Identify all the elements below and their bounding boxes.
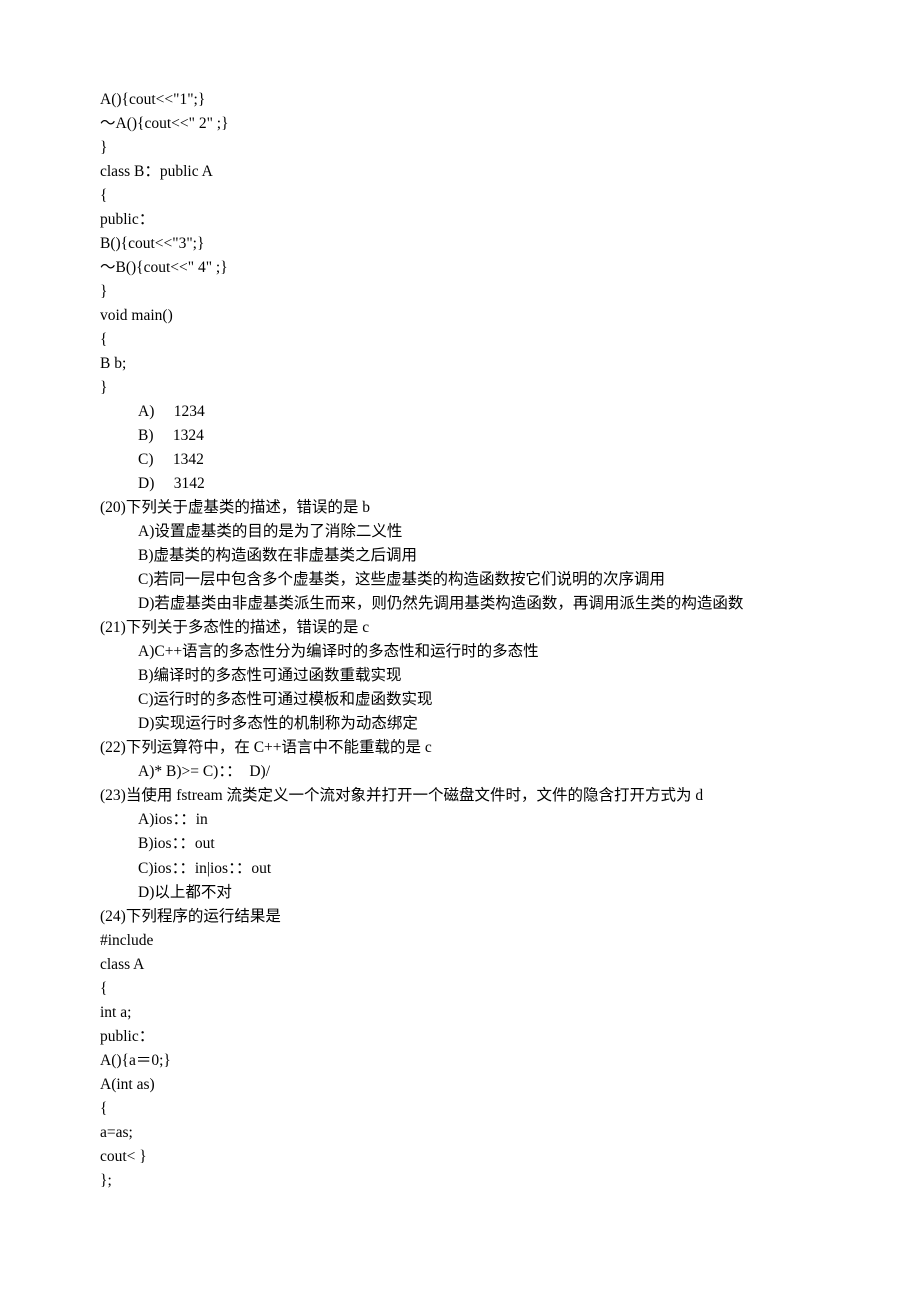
text-line: cout< } bbox=[100, 1145, 820, 1169]
document-page: A(){cout<<"1";}～A(){cout<<" 2" ;}}class … bbox=[0, 0, 920, 1302]
text-line: class B：public A bbox=[100, 160, 820, 184]
text-line: C) 1342 bbox=[100, 448, 820, 472]
text-line: ～B(){cout<<" 4" ;} bbox=[100, 256, 820, 280]
text-line: } bbox=[100, 376, 820, 400]
text-line: C)ios：：in|ios：：out bbox=[100, 857, 820, 881]
text-line: a=as; bbox=[100, 1121, 820, 1145]
text-line: D)以上都不对 bbox=[100, 881, 820, 905]
text-line: B b; bbox=[100, 352, 820, 376]
text-line: D) 3142 bbox=[100, 472, 820, 496]
text-line: B) 1324 bbox=[100, 424, 820, 448]
text-line: } bbox=[100, 136, 820, 160]
text-line: B)虚基类的构造函数在非虚基类之后调用 bbox=[100, 544, 820, 568]
text-line: A(){cout<<"1";} bbox=[100, 88, 820, 112]
text-line: B(){cout<<"3";} bbox=[100, 232, 820, 256]
text-line: { bbox=[100, 328, 820, 352]
text-line: } bbox=[100, 280, 820, 304]
text-line: A) 1234 bbox=[100, 400, 820, 424]
text-line: public： bbox=[100, 208, 820, 232]
text-line: A)ios：：in bbox=[100, 808, 820, 832]
text-line: { bbox=[100, 1097, 820, 1121]
text-line: { bbox=[100, 184, 820, 208]
text-line: void main() bbox=[100, 304, 820, 328]
text-line: (23)当使用 fstream 流类定义一个流对象并打开一个磁盘文件时，文件的隐… bbox=[100, 784, 820, 808]
text-line: A(int as) bbox=[100, 1073, 820, 1097]
text-line: class A bbox=[100, 953, 820, 977]
text-line: (24)下列程序的运行结果是 bbox=[100, 905, 820, 929]
text-line: (21)下列关于多态性的描述，错误的是 c bbox=[100, 616, 820, 640]
text-line: B)ios：：out bbox=[100, 832, 820, 856]
text-line: D)若虚基类由非虚基类派生而来，则仍然先调用基类构造函数，再调用派生类的构造函数 bbox=[100, 592, 820, 616]
text-line: (22)下列运算符中，在 C++语言中不能重载的是 c bbox=[100, 736, 820, 760]
text-line: int a; bbox=[100, 1001, 820, 1025]
text-line: (20)下列关于虚基类的描述，错误的是 b bbox=[100, 496, 820, 520]
text-line: D)实现运行时多态性的机制称为动态绑定 bbox=[100, 712, 820, 736]
text-line: { bbox=[100, 977, 820, 1001]
text-line: A(){a＝0;} bbox=[100, 1049, 820, 1073]
text-line: A)C++语言的多态性分为编译时的多态性和运行时的多态性 bbox=[100, 640, 820, 664]
text-line: B)编译时的多态性可通过函数重载实现 bbox=[100, 664, 820, 688]
text-line: public： bbox=[100, 1025, 820, 1049]
text-line: A)* B)>= C)：： D)/ bbox=[100, 760, 820, 784]
text-line: #include bbox=[100, 929, 820, 953]
text-line: A)设置虚基类的目的是为了消除二义性 bbox=[100, 520, 820, 544]
text-line: C)运行时的多态性可通过模板和虚函数实现 bbox=[100, 688, 820, 712]
text-line: ～A(){cout<<" 2" ;} bbox=[100, 112, 820, 136]
text-line: }; bbox=[100, 1169, 820, 1193]
text-line: C)若同一层中包含多个虚基类，这些虚基类的构造函数按它们说明的次序调用 bbox=[100, 568, 820, 592]
